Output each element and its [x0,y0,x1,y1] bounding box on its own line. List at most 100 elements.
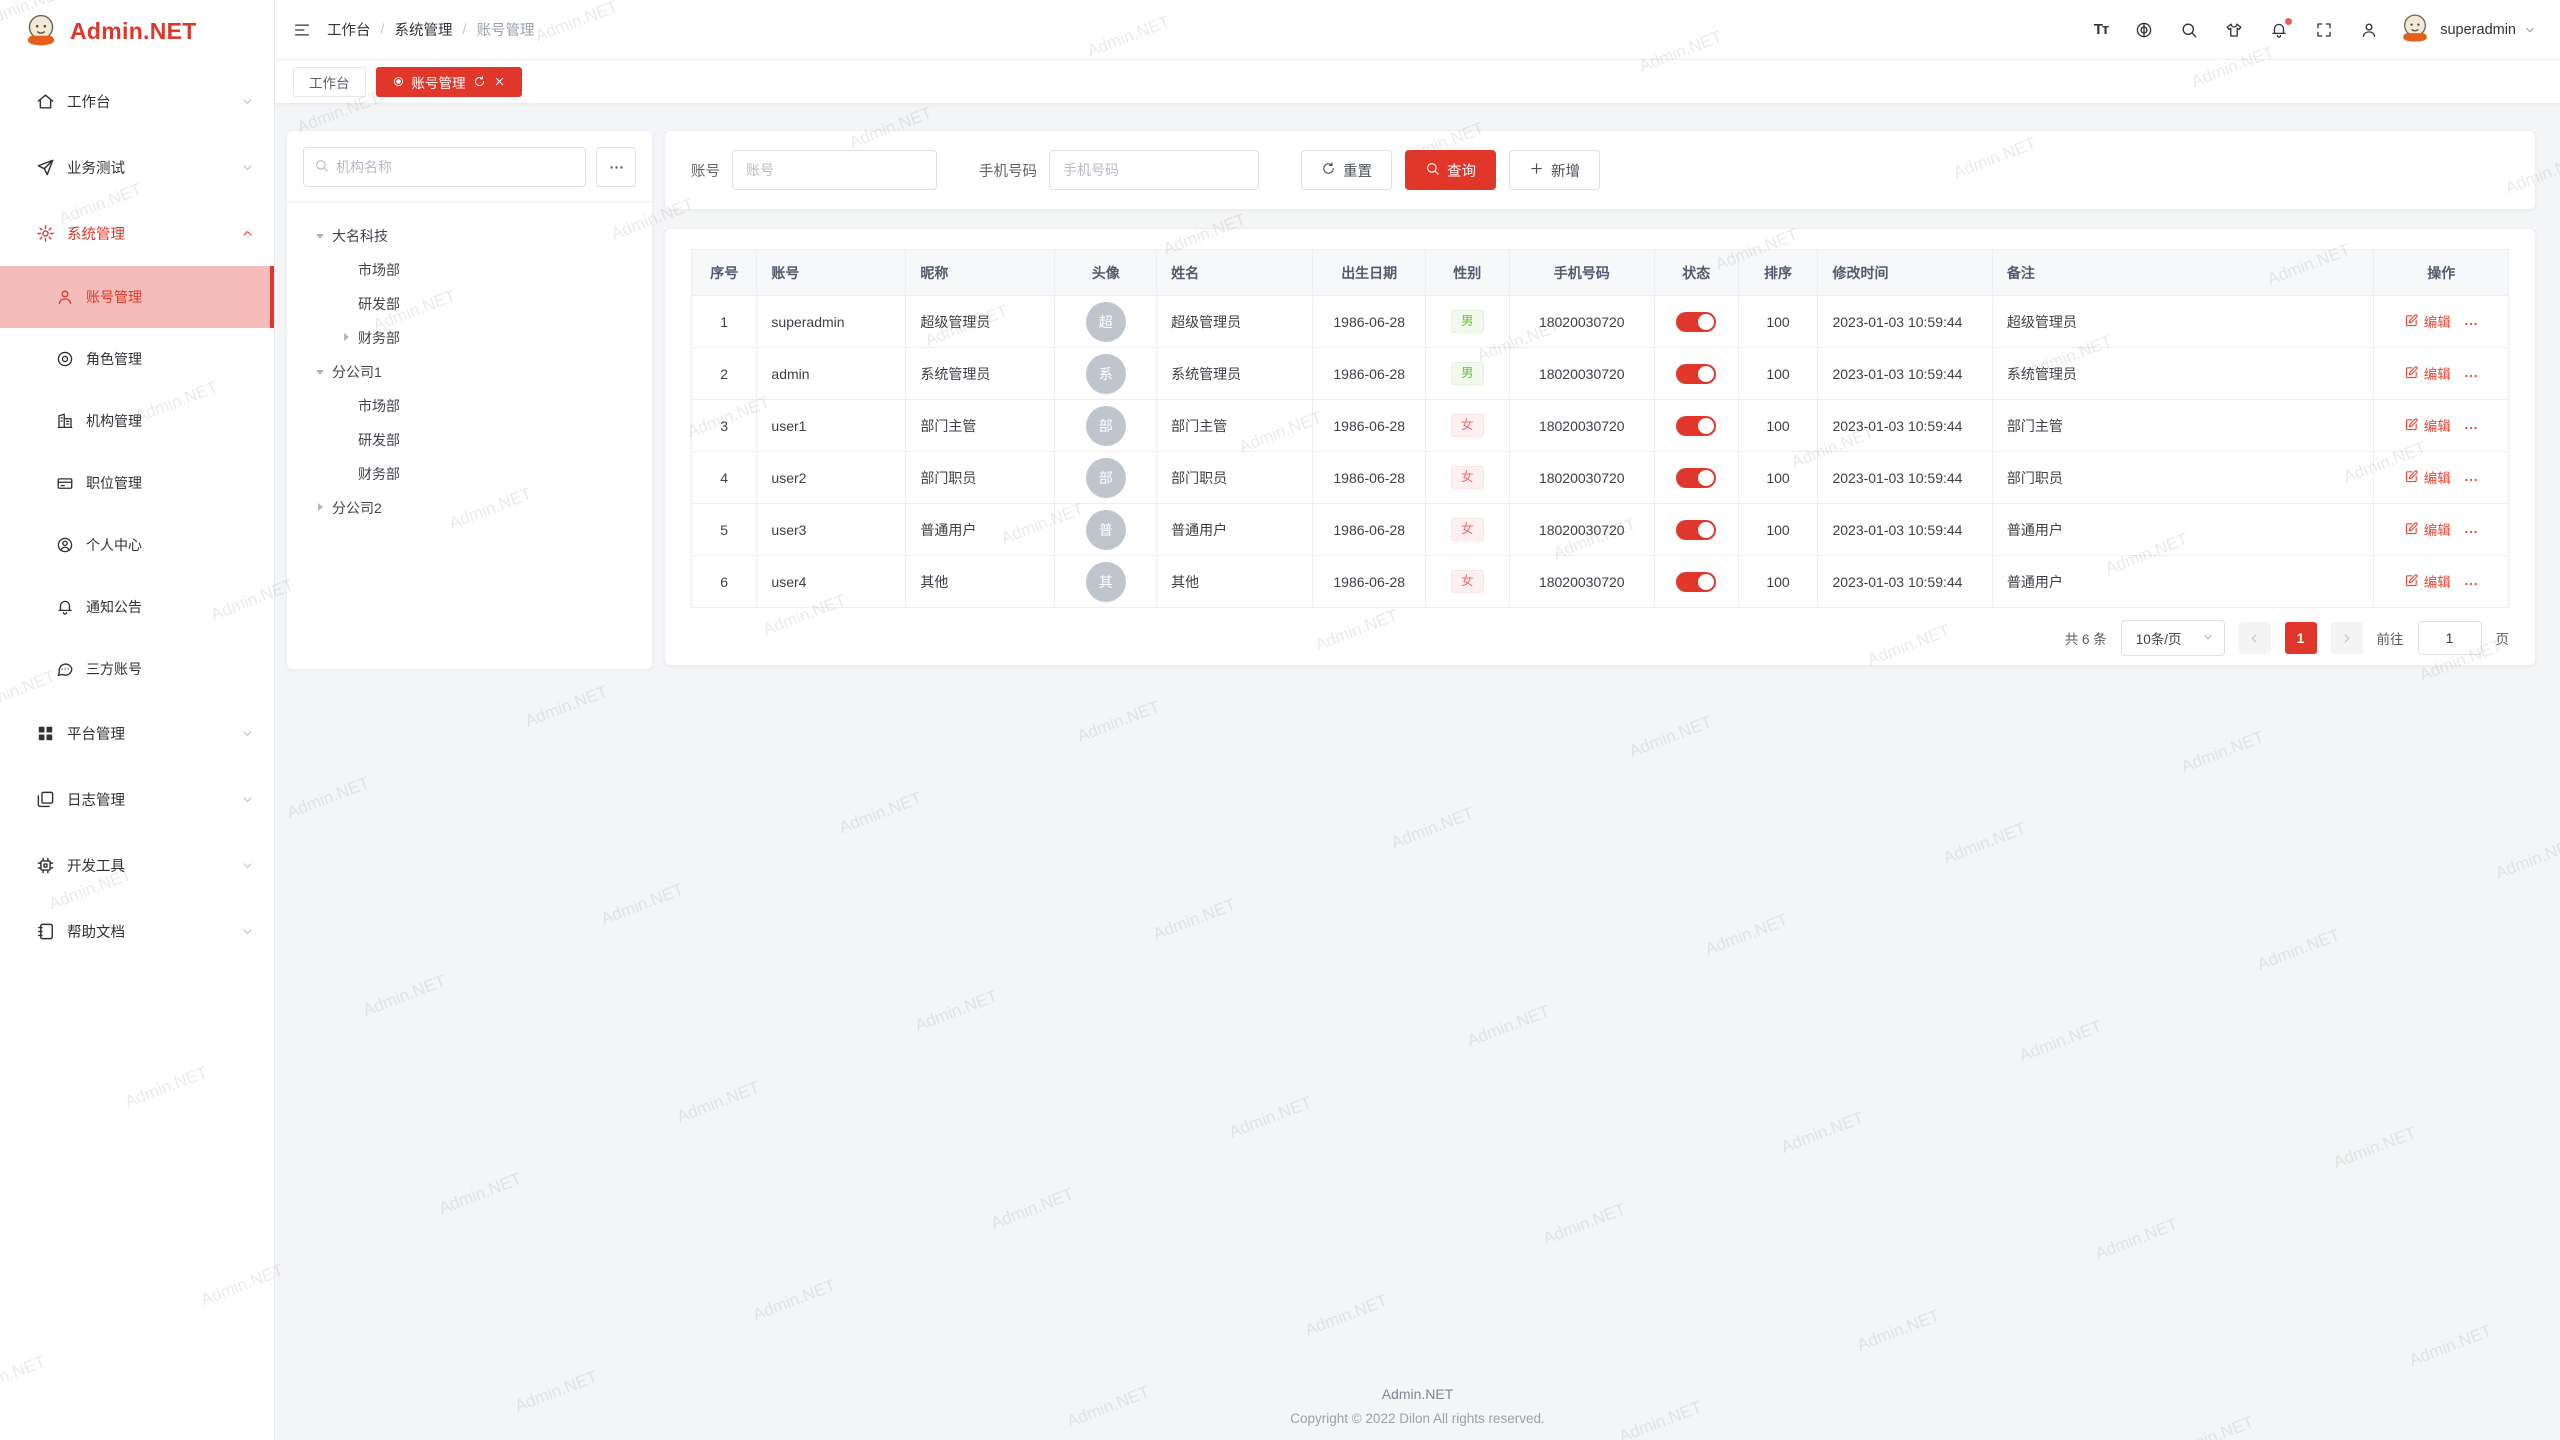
breadcrumb-item[interactable]: 工作台 [327,19,371,40]
sidebar-item-label: 工作台 [67,91,111,112]
tree-caret-icon[interactable] [313,500,329,516]
tree-node[interactable]: 研发部 [295,287,644,321]
row-more-button[interactable] [2463,524,2479,540]
font-size-icon[interactable]: Tт [2094,21,2109,38]
menu-fold-icon[interactable] [293,21,311,39]
table-cell: user3 [757,504,906,556]
prev-page-button[interactable] [2239,622,2271,654]
edit-button[interactable]: 编辑 [2404,519,2451,539]
table-cell: 18020030720 [1509,504,1654,556]
table-cell: 2023-01-03 10:59:44 [1818,556,1992,608]
user-menu[interactable]: superadmin [2398,11,2536,49]
tree-caret-icon[interactable] [339,330,355,346]
org-icon [56,412,74,430]
sidebar-item[interactable]: 平台管理 [0,700,274,766]
status-toggle[interactable] [1676,364,1716,384]
goto-suffix: 页 [2496,628,2510,648]
tree-node[interactable]: 分公司2 [295,491,644,525]
status-toggle[interactable] [1676,572,1716,592]
sidebar-item[interactable]: 业务测试 [0,134,274,200]
tree-node[interactable]: 市场部 [295,389,644,423]
theme-icon[interactable] [2225,21,2243,39]
search-button[interactable]: 查询 [1405,150,1496,190]
tree-node[interactable]: 分公司1 [295,355,644,389]
edit-icon [2404,469,2419,484]
reset-button[interactable]: 重置 [1301,150,1392,190]
tree-node[interactable]: 财务部 [295,457,644,491]
phone-input[interactable] [1049,150,1259,190]
role-icon [56,350,74,368]
org-search-input[interactable] [336,159,575,175]
tree-caret-icon[interactable] [313,228,329,244]
chevron-down-icon [241,161,254,174]
sidebar-subitem[interactable]: 三方账号 [0,638,274,700]
edit-button[interactable]: 编辑 [2404,311,2451,331]
notification-icon[interactable] [2270,21,2288,39]
sidebar-subitem[interactable]: 角色管理 [0,328,274,390]
sidebar-subitem[interactable]: 职位管理 [0,452,274,514]
tab-item[interactable]: 工作台 [293,67,366,97]
row-more-button[interactable] [2463,420,2479,436]
sidebar-item[interactable]: 日志管理 [0,766,274,832]
tree-node-label: 市场部 [358,260,400,280]
page-number-button[interactable]: 1 [2285,622,2317,654]
app-logo[interactable]: Admin.NET [0,0,274,62]
row-more-button[interactable] [2463,576,2479,592]
table-cell: 3 [692,400,757,452]
tree-node[interactable]: 研发部 [295,423,644,457]
column-header: 手机号码 [1509,250,1654,296]
add-button[interactable]: 新增 [1509,150,1600,190]
tree-node[interactable]: 大名科技 [295,219,644,253]
sidebar-subitem[interactable]: 通知公告 [0,576,274,638]
sidebar-subitem[interactable]: 账号管理 [0,266,274,328]
row-more-button[interactable] [2463,316,2479,332]
breadcrumb-item: 账号管理 [477,19,535,40]
search-icon[interactable] [2180,21,2198,39]
edit-button[interactable]: 编辑 [2404,571,2451,591]
status-toggle[interactable] [1676,312,1716,332]
edit-button[interactable]: 编辑 [2404,363,2451,383]
close-icon[interactable] [493,75,506,88]
tree-node[interactable]: 市场部 [295,253,644,287]
fullscreen-icon[interactable] [2315,21,2333,39]
table-row: 1superadmin超级管理员超超级管理员1986-06-28男1802003… [692,296,2509,348]
breadcrumb-item[interactable]: 系统管理 [395,19,453,40]
status-toggle[interactable] [1676,416,1716,436]
status-toggle[interactable] [1676,520,1716,540]
tree-node[interactable]: 财务部 [295,321,644,355]
status-toggle[interactable] [1676,468,1716,488]
tab-bar: 工作台 账号管理 [275,60,2560,104]
sidebar-item[interactable]: 帮助文档 [0,898,274,964]
account-input[interactable] [732,150,937,190]
tab-label: 账号管理 [412,72,466,92]
sidebar-subitem[interactable]: 个人中心 [0,514,274,576]
edit-button[interactable]: 编辑 [2404,415,2451,435]
table-cell: superadmin [757,296,906,348]
table-cell: 100 [1738,452,1818,504]
sidebar-subitem[interactable]: 机构管理 [0,390,274,452]
refresh-icon[interactable] [473,75,486,88]
goto-page-input[interactable] [2418,621,2482,655]
sidebar-item[interactable]: 系统管理 [0,200,274,266]
language-icon[interactable] [2135,21,2153,39]
edit-label: 编辑 [2424,363,2451,383]
tree-more-button[interactable] [596,147,636,187]
sidebar-item[interactable]: 开发工具 [0,832,274,898]
tree-caret-icon[interactable] [313,364,329,380]
page-size-select[interactable]: 10条/页 [2121,620,2225,656]
plus-icon [1529,161,1544,176]
gender-tag: 女 [1451,518,1484,541]
account-label: 账号 [691,160,720,181]
tab-active[interactable]: 账号管理 [376,67,522,97]
table-row: 2admin系统管理员系系统管理员1986-06-28男180200307201… [692,348,2509,400]
row-more-button[interactable] [2463,472,2479,488]
sidebar-item[interactable]: 工作台 [0,68,274,134]
chevron-down-icon [2524,24,2536,36]
table-cell: 100 [1738,400,1818,452]
profile-icon[interactable] [2360,21,2378,39]
column-header: 备注 [1992,250,2374,296]
row-more-button[interactable] [2463,368,2479,384]
table-cell: 1 [692,296,757,348]
edit-button[interactable]: 编辑 [2404,467,2451,487]
next-page-button[interactable] [2331,622,2363,654]
